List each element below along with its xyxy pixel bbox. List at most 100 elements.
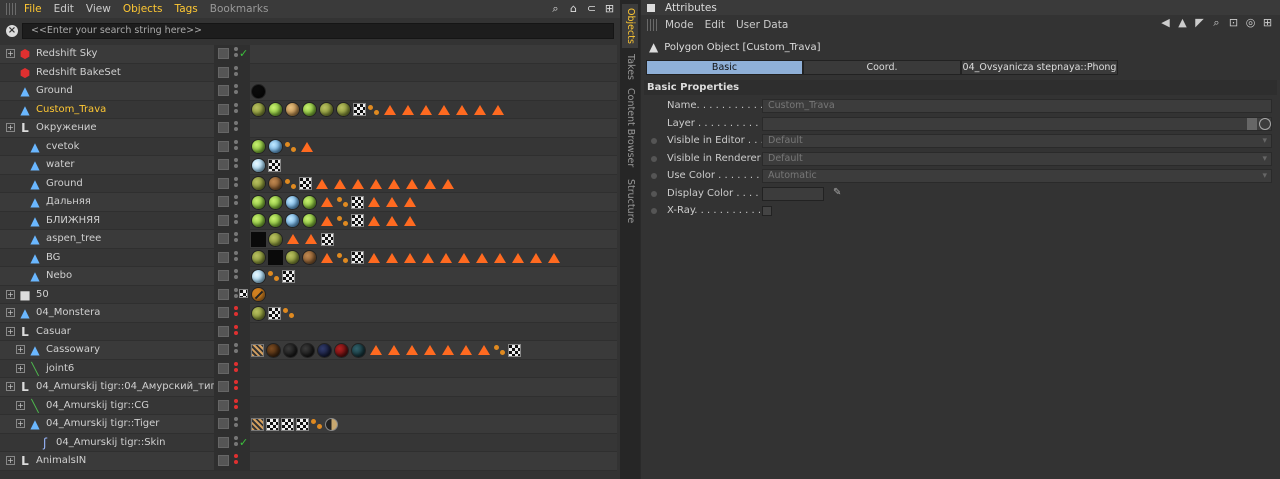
selection-tag-icon[interactable] — [494, 344, 506, 356]
material-tag-icon[interactable] — [251, 231, 266, 247]
material-tag-icon[interactable] — [251, 305, 266, 321]
phong-tag-icon[interactable] — [420, 104, 432, 115]
selection-tag-icon[interactable] — [337, 215, 349, 227]
layer-icon[interactable] — [218, 418, 229, 429]
phong-tag-icon[interactable] — [386, 197, 398, 207]
visibility-dots[interactable] — [234, 176, 238, 191]
object-name[interactable]: Окружение — [36, 122, 97, 133]
phong-tag-icon[interactable] — [512, 252, 524, 263]
layer-icon[interactable] — [218, 288, 229, 300]
up-arrow-icon[interactable]: ▲ — [1176, 16, 1189, 29]
material-tag-icon[interactable] — [268, 231, 283, 247]
material-tag-icon[interactable] — [251, 83, 266, 99]
visibility-dots[interactable] — [234, 380, 238, 394]
weight-tag-icon[interactable] — [325, 417, 338, 431]
material-tag-icon[interactable] — [268, 102, 283, 117]
visibility-dots[interactable] — [234, 361, 238, 376]
material-tag-icon[interactable] — [268, 139, 283, 154]
phong-tag-icon[interactable] — [384, 104, 396, 115]
expand-toggle[interactable]: + — [6, 382, 15, 391]
phong-tag-icon[interactable] — [404, 215, 416, 226]
property-dropdown[interactable]: Automatic — [762, 169, 1272, 183]
object-name[interactable]: Ground — [46, 178, 83, 189]
selection-tag-icon[interactable] — [337, 252, 349, 264]
visibility-dots[interactable] — [234, 435, 238, 450]
tab-structure[interactable]: Structure — [622, 176, 638, 226]
phong-tag-icon[interactable] — [460, 345, 472, 355]
uvw-tag-icon[interactable] — [299, 177, 312, 190]
object-name[interactable]: 04_Amurskij tigr::04_Амурский_тигр — [36, 381, 214, 392]
visibility-dots[interactable] — [234, 195, 238, 209]
tab-basic[interactable]: Basic — [646, 60, 803, 75]
visibility-dots[interactable] — [234, 287, 238, 302]
panel-grip[interactable] — [647, 19, 657, 31]
phong-tag-icon[interactable] — [406, 345, 418, 355]
phong-tag-icon[interactable] — [438, 104, 450, 115]
uvw-tag-icon[interactable] — [282, 269, 295, 283]
phong-tag-icon[interactable] — [321, 197, 333, 207]
selection-tag-icon[interactable] — [283, 307, 295, 319]
phong-tag-icon[interactable] — [424, 345, 436, 355]
xray-checkbox[interactable] — [762, 206, 772, 216]
object-name[interactable]: AnimalsIN — [36, 455, 86, 466]
material-tag-icon[interactable] — [251, 213, 266, 228]
phong-tag-icon[interactable] — [368, 197, 380, 207]
visibility-dots[interactable] — [234, 84, 238, 98]
expand-toggle[interactable]: + — [6, 289, 15, 299]
phong-tag-icon[interactable] — [368, 252, 380, 263]
search-icon[interactable]: ⌕ — [549, 2, 562, 15]
tree-row[interactable]: ▲ Nebo — [0, 267, 617, 286]
property-field[interactable]: Custom_Trava — [762, 99, 1272, 113]
enabled-check-icon[interactable]: ✓ — [239, 47, 248, 60]
material-tag-icon[interactable] — [336, 102, 351, 117]
layer-icon[interactable] — [218, 344, 229, 355]
phong-tag-icon[interactable] — [370, 178, 382, 189]
uvw-tag-icon[interactable] — [281, 417, 294, 431]
enabled-check-icon[interactable]: ✓ — [239, 436, 248, 449]
phong-tag-icon[interactable] — [442, 178, 454, 189]
expand-toggle[interactable]: + — [6, 308, 15, 317]
material-tag-icon[interactable] — [300, 342, 315, 358]
visibility-dots[interactable] — [234, 398, 238, 413]
layer-icon[interactable] — [218, 270, 229, 281]
panel-menu-icon[interactable] — [647, 3, 655, 12]
phong-tag-icon[interactable] — [316, 178, 328, 189]
menu-edit[interactable]: Edit — [54, 3, 74, 15]
tree-row[interactable]: + L 04_Amurskij tigr::04_Амурский_тигр — [0, 378, 617, 397]
menu-objects[interactable]: Objects — [123, 3, 163, 15]
material-tag-icon[interactable] — [283, 342, 298, 358]
material-tag-icon[interactable] — [268, 176, 283, 191]
layer-icon[interactable] — [218, 48, 229, 59]
tree-row[interactable]: ⬢ Redshift BakeSet — [0, 63, 617, 82]
object-name[interactable]: 04_Amurskij tigr::Skin — [56, 437, 165, 448]
tab-material[interactable]: 04_Ovsyanicza stepnaya::Phong — [961, 60, 1118, 75]
visibility-dots[interactable] — [234, 47, 238, 61]
tree-row[interactable]: ▲ БЛИЖНЯЯ — [0, 211, 617, 230]
new-window-icon[interactable]: ⊞ — [1261, 16, 1274, 29]
visibility-dots[interactable] — [234, 269, 238, 283]
link-icon[interactable]: ⊂ — [585, 2, 598, 15]
expand-toggle[interactable]: + — [16, 419, 25, 428]
phong-tag-icon[interactable] — [305, 234, 317, 244]
object-name[interactable]: aspen_tree — [46, 233, 101, 244]
object-name[interactable]: Cassowary — [46, 344, 100, 355]
layer-icon[interactable] — [218, 251, 229, 263]
phong-tag-icon[interactable] — [370, 345, 382, 355]
phong-tag-icon[interactable] — [440, 252, 452, 263]
animation-dot-icon[interactable] — [651, 138, 657, 144]
layer-icon[interactable] — [218, 140, 229, 152]
selection-tag-icon[interactable] — [337, 196, 349, 208]
object-name[interactable]: water — [46, 159, 75, 170]
uvw-tag-icon[interactable] — [508, 343, 521, 357]
visibility-dots[interactable] — [234, 324, 238, 339]
property-dropdown[interactable]: Default — [762, 151, 1272, 166]
material-tag-icon[interactable] — [317, 342, 332, 358]
material-tag-icon[interactable] — [351, 342, 366, 358]
tree-row[interactable]: ▲ aspen_tree — [0, 230, 617, 249]
tree-row[interactable]: + L Casuar — [0, 322, 617, 341]
menu-view[interactable]: View — [86, 3, 111, 15]
material-tag-icon[interactable] — [268, 194, 283, 210]
material-tag-icon[interactable] — [302, 102, 317, 117]
tree-row[interactable]: ▲ Ground — [0, 82, 617, 101]
visibility-dots[interactable] — [234, 232, 238, 246]
